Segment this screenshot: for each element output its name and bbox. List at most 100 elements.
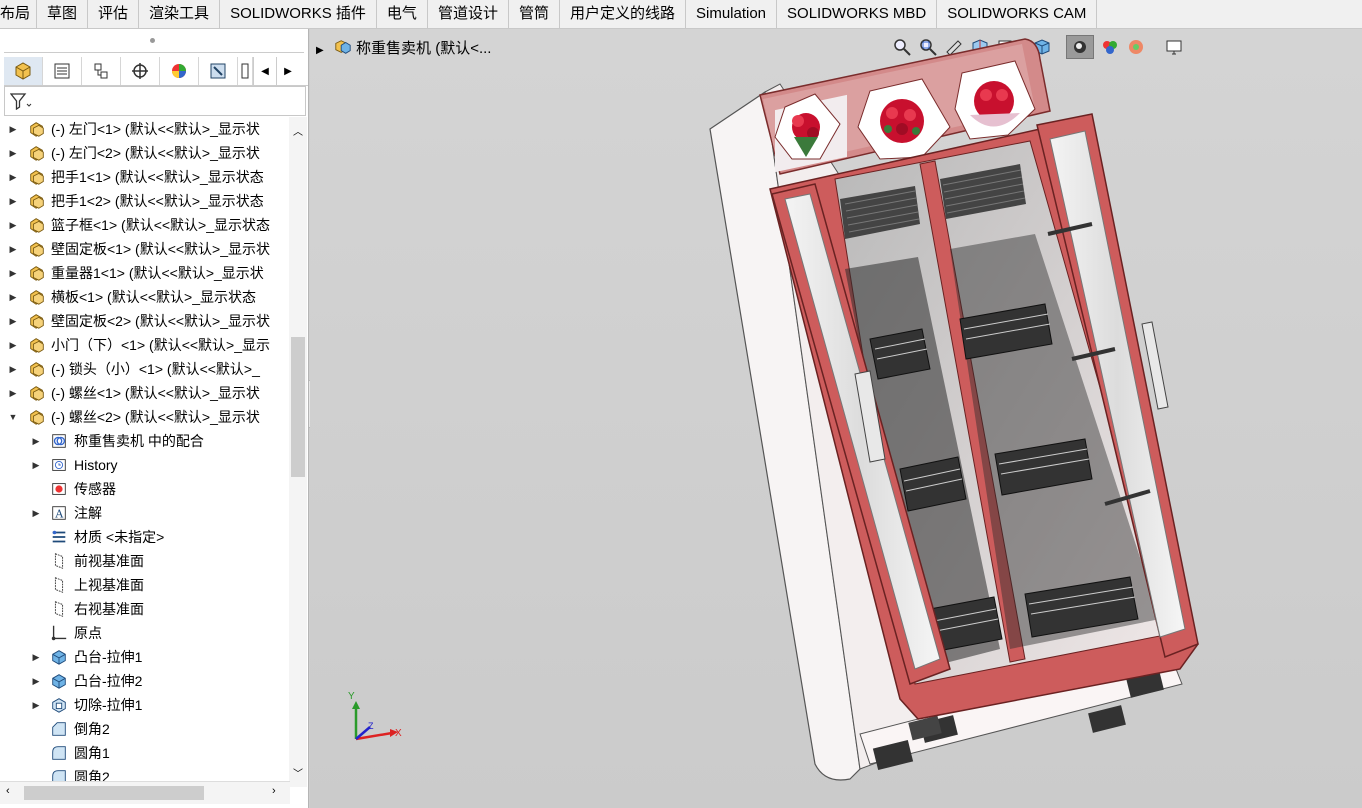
expand-arrow-icon[interactable]: ▶ — [8, 285, 18, 309]
tree-item-component[interactable]: ▶ 把手1<2> (默认<<默认>_显示状态 — [0, 189, 288, 213]
origin-icon — [50, 624, 68, 642]
tree-item-component[interactable]: ▶ 小门（下）<1> (默认<<默认>_显示 — [0, 333, 288, 357]
ribbon-tab[interactable]: 管筒 — [509, 0, 560, 28]
tree-item-label: 把手1<2> (默认<<默认>_显示状态 — [51, 193, 264, 209]
tree-item-label: 圆角1 — [74, 745, 110, 761]
property-manager-tab-icon[interactable] — [43, 57, 82, 85]
collapse-arrow-icon[interactable]: ▼ — [8, 405, 18, 429]
expand-arrow-icon[interactable]: ▶ — [31, 453, 41, 477]
expand-arrow-icon[interactable]: ▶ — [8, 261, 18, 285]
mates-icon — [50, 432, 68, 450]
part-component-icon — [28, 120, 46, 138]
tree-item-label: 横板<1> (默认<<默认>_显示状态 — [51, 289, 257, 305]
tree-item-label: 右视基准面 — [74, 601, 144, 617]
tree-item-component[interactable]: ▶ 篮子框<1> (默认<<默认>_显示状态 — [0, 213, 288, 237]
graphics-area[interactable]: ▶ 称重售卖机 (默认<... Y X Z — [310, 29, 1362, 808]
part-component-icon — [28, 288, 46, 306]
tree-item-feature[interactable]: ▶ A 注解 — [0, 501, 288, 525]
expand-arrow-icon[interactable]: ▶ — [8, 213, 18, 237]
tree-item-label: 篮子框<1> (默认<<默认>_显示状态 — [51, 217, 271, 233]
display-manager-tab-icon[interactable] — [160, 57, 199, 85]
expand-arrow-icon[interactable]: ▶ — [31, 645, 41, 669]
tree-item-component[interactable]: ▶ 重量器1<1> (默认<<默认>_显示状 — [0, 261, 288, 285]
tree-item-component[interactable]: ▶ 壁固定板<1> (默认<<默认>_显示状 — [0, 237, 288, 261]
ribbon-tab[interactable]: SOLIDWORKS MBD — [777, 0, 938, 28]
part-component-icon — [28, 408, 46, 426]
expand-arrow-icon[interactable]: ▶ — [31, 429, 41, 453]
ribbon-tab[interactable]: SOLIDWORKS CAM — [937, 0, 1098, 28]
cam-tab-icon[interactable] — [199, 57, 238, 85]
tree-item-component[interactable]: ▶ 壁固定板<2> (默认<<默认>_显示状 — [0, 309, 288, 333]
tree-item-label: 凸台-拉伸2 — [74, 673, 143, 689]
feature-manager-tab-icon[interactable] — [4, 57, 43, 85]
tree-item-component[interactable]: ▶ (-) 左门<2> (默认<<默认>_显示状 — [0, 141, 288, 165]
model-viewport[interactable]: Y X Z — [310, 29, 1362, 808]
expand-arrow-icon[interactable]: ▶ — [31, 669, 41, 693]
tree-item-component[interactable]: ▶ 横板<1> (默认<<默认>_显示状态 — [0, 285, 288, 309]
tree-item-feature[interactable]: ▶ 凸台-拉伸2 — [0, 669, 288, 693]
expand-arrow-icon[interactable]: ▶ — [8, 117, 18, 141]
tree-item-feature[interactable]: ▶ 称重售卖机 中的配合 — [0, 429, 288, 453]
ribbon-tab[interactable]: 布局 — [0, 0, 38, 28]
tree-item-feature[interactable]: 传感器 — [0, 477, 288, 501]
tree-item-feature[interactable]: ▶ 凸台-拉伸1 — [0, 645, 288, 669]
expand-arrow-icon[interactable]: ▶ — [8, 165, 18, 189]
hscroll-thumb[interactable] — [24, 786, 204, 800]
coordinate-triad: Y X Z — [348, 691, 402, 741]
configuration-manager-tab-icon[interactable] — [82, 57, 121, 85]
more-tab-icon[interactable] — [238, 57, 253, 85]
panel-grip[interactable] — [150, 38, 155, 43]
expand-arrow-icon[interactable]: ▶ — [8, 357, 18, 381]
tree-item-feature[interactable]: ▶ History — [0, 453, 288, 477]
expand-arrow-icon[interactable]: ▶ — [31, 501, 41, 525]
tree-item-component[interactable]: ▶ (-) 锁头（小）<1> (默认<<默认>_ — [0, 357, 288, 381]
tree-item-feature[interactable]: 上视基准面 — [0, 573, 288, 597]
vending-cabinet-model[interactable] — [709, 38, 1199, 781]
expand-arrow-icon[interactable]: ▶ — [8, 381, 18, 405]
tree-item-label: (-) 左门<2> (默认<<默认>_显示状 — [51, 145, 260, 161]
expand-arrow-icon[interactable]: ▶ — [8, 333, 18, 357]
ribbon-tab[interactable]: 评估 — [88, 0, 140, 28]
tree-horizontal-scrollbar[interactable]: ‹ › — [0, 781, 290, 804]
tab-scroll-right-icon[interactable]: ▶ — [276, 57, 299, 85]
tree-item-component[interactable]: ▶ (-) 螺丝<1> (默认<<默认>_显示状 — [0, 381, 288, 405]
ribbon-tab[interactable]: 管道设计 — [428, 0, 509, 28]
ribbon-tab[interactable]: Simulation — [686, 0, 778, 28]
scroll-thumb[interactable] — [291, 337, 305, 477]
part-component-icon — [28, 264, 46, 282]
tree-vertical-scrollbar[interactable]: ︿ ﹀ — [289, 117, 307, 787]
expand-arrow-icon[interactable]: ▶ — [31, 693, 41, 717]
ribbon-tab[interactable]: 电气 — [377, 0, 428, 28]
tree-item-component[interactable]: ▶ 把手1<1> (默认<<默认>_显示状态 — [0, 165, 288, 189]
dimxpert-tab-icon[interactable] — [121, 57, 160, 85]
tree-filter-box[interactable] — [4, 86, 306, 116]
tree-item-feature[interactable]: 倒角2 — [0, 717, 288, 741]
plane-icon — [50, 600, 68, 618]
part-component-icon — [28, 336, 46, 354]
tree-item-component[interactable]: ▼ (-) 螺丝<2> (默认<<默认>_显示状 — [0, 405, 288, 429]
ribbon-tab[interactable]: 用户定义的线路 — [560, 0, 686, 28]
tree-item-feature[interactable]: 右视基准面 — [0, 597, 288, 621]
tree-item-feature[interactable]: 圆角1 — [0, 741, 288, 765]
tree-item-label: History — [74, 457, 118, 473]
tree-item-feature[interactable]: 材质 <未指定> — [0, 525, 288, 549]
divider — [4, 52, 304, 53]
cut-extrude-icon — [50, 696, 68, 714]
tree-item-label: 上视基准面 — [74, 577, 144, 593]
ribbon-tab[interactable]: 渲染工具 — [139, 0, 221, 28]
tree-item-feature[interactable]: ▶ 切除-拉伸1 — [0, 693, 288, 717]
expand-arrow-icon[interactable]: ▶ — [8, 237, 18, 261]
tree-item-component[interactable]: ▶ (-) 左门<1> (默认<<默认>_显示状 — [0, 117, 288, 141]
ribbon-tab[interactable]: 草图 — [37, 0, 89, 28]
feature-manager-panel: ◀ ▶ ▶ (-) 左门<1> (默认<<默认>_显示状 ▶ (-) 左门<2> (默… — [0, 29, 309, 808]
expand-arrow-icon[interactable]: ▶ — [8, 141, 18, 165]
fillet-icon — [50, 744, 68, 762]
tab-scroll-left-icon[interactable]: ◀ — [253, 57, 276, 85]
expand-arrow-icon[interactable]: ▶ — [8, 189, 18, 213]
tree-item-feature[interactable]: 原点 — [0, 621, 288, 645]
tree-item-label: 前视基准面 — [74, 553, 144, 569]
tree-item-feature[interactable]: 前视基准面 — [0, 549, 288, 573]
expand-arrow-icon[interactable]: ▶ — [8, 309, 18, 333]
tree-item-label: 壁固定板<1> (默认<<默认>_显示状 — [51, 241, 271, 257]
ribbon-tab[interactable]: SOLIDWORKS 插件 — [220, 0, 377, 28]
